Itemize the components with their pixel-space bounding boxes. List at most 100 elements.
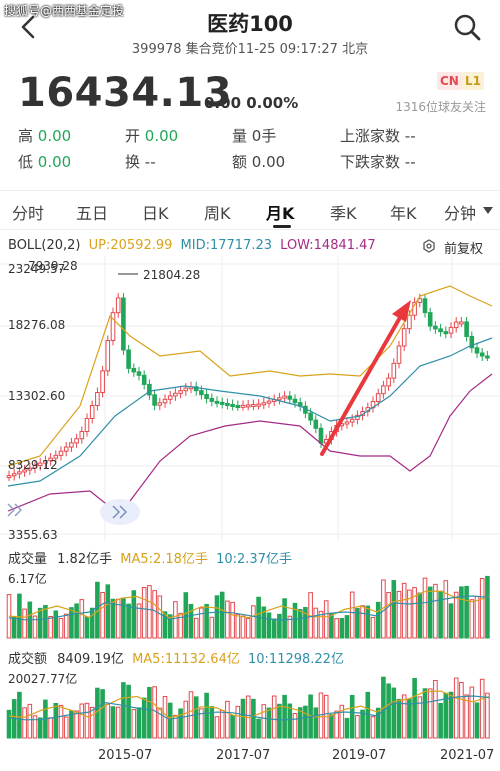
stat-turnover-value: -- [144, 153, 156, 171]
candle-body [438, 328, 443, 333]
volume-bar [479, 578, 485, 639]
amount-chart[interactable] [0, 666, 500, 740]
volume-bar [271, 695, 277, 739]
trend-arrow [320, 300, 411, 456]
tab-intraday[interactable]: 分时 [12, 200, 44, 224]
candle-body [141, 374, 147, 385]
candle-body [225, 402, 230, 406]
volume-bar [69, 607, 74, 639]
candle-body [157, 402, 163, 406]
volume-bar [89, 706, 95, 739]
volume-bar [74, 603, 79, 639]
candle-body [318, 427, 324, 444]
volume-bar [209, 706, 215, 739]
chevron-down-icon[interactable] [483, 207, 493, 215]
volume-bar [323, 600, 329, 639]
volume-bar [230, 715, 235, 739]
search-icon[interactable] [452, 12, 482, 42]
volume-bar [334, 618, 339, 639]
stat-volume: 量 0手 [232, 125, 276, 146]
volume-bar [95, 687, 100, 739]
level-badge-l1: L1 [462, 72, 484, 90]
tab-minute[interactable]: 分钟 [444, 200, 476, 224]
volume-bar [37, 607, 43, 639]
adjust-mode[interactable]: 前复权 [444, 238, 483, 257]
scroll-hint-icon[interactable] [100, 499, 140, 525]
volume-ma10: 10:2.37亿手 [216, 552, 292, 567]
candle-body [6, 475, 12, 479]
volume-bar [48, 717, 53, 739]
candle-body [178, 390, 183, 394]
tab-monthly-k[interactable]: 月K [266, 200, 294, 224]
volume-bar [329, 612, 334, 639]
amount-legend: 成交额 8409.19亿 MA5:11132.64亿 10:11298.22亿 [8, 648, 344, 667]
volume-bar [386, 683, 391, 739]
volume-bar [22, 608, 27, 639]
stat-fall: 下跌家数 -- [340, 151, 416, 172]
candle-body [459, 321, 464, 325]
candle-body [407, 314, 412, 330]
volume-bar [225, 600, 230, 639]
tab-weekly-k[interactable]: 周K [204, 200, 231, 224]
price-change: 0.00 0.00% [204, 94, 299, 112]
candle-body [17, 471, 22, 475]
volume-bar [240, 698, 246, 739]
candle-body [105, 340, 111, 372]
volume-bar [349, 591, 355, 639]
volume-bar [235, 613, 241, 639]
candle-body [349, 418, 355, 423]
volume-bar [313, 607, 319, 639]
volume-bar [204, 603, 209, 639]
volume-bar [193, 617, 199, 639]
volume-bar [417, 592, 423, 639]
volume-bar [74, 710, 79, 739]
volume-bar [303, 705, 308, 739]
candle-body [115, 297, 121, 314]
tab-quarterly-k[interactable]: 季K [330, 200, 357, 224]
volume-bar [370, 616, 376, 639]
amount-ma10: 10:11298.22亿 [248, 652, 344, 667]
period-tabs: 分时 五日 日K 周K 月K 季K 年K 分钟 [0, 190, 500, 230]
volume-bar [407, 698, 412, 739]
amount-ma5: MA5:11132.64亿 [132, 652, 240, 667]
volume-bar [58, 704, 64, 739]
amount-label: 成交额 [8, 652, 48, 667]
stat-rise-value: -- [404, 127, 416, 145]
tab-five-day[interactable]: 五日 [76, 200, 108, 224]
candle-body [391, 362, 397, 379]
volume-bar [79, 703, 85, 739]
volume-bar [427, 688, 433, 739]
candle-body [433, 325, 438, 330]
volume-bar [126, 684, 131, 739]
settings-icon[interactable] [422, 239, 436, 253]
volume-bar [214, 716, 220, 739]
volume-bar [173, 601, 178, 639]
volume-bar [126, 603, 131, 639]
volume-bar [11, 616, 17, 639]
y-tick-2: 18276.08 [8, 318, 66, 332]
volume-bar [219, 710, 225, 739]
volume-bar [188, 603, 194, 639]
volume-bar [339, 617, 345, 639]
volume-bar [433, 583, 438, 639]
kline-chart[interactable] [0, 256, 500, 541]
volume-bar [375, 601, 381, 639]
candle-body [126, 349, 131, 369]
volume-bar [178, 708, 183, 739]
volume-bar [427, 586, 433, 639]
volume-bar [453, 591, 459, 639]
followers-count[interactable]: 1316位球友关注 [395, 98, 486, 115]
volume-bar [365, 605, 371, 639]
candle-body [11, 473, 17, 477]
y-tick-bottom: 3355.63 [8, 528, 58, 542]
candle-body [474, 347, 480, 354]
candle-body [100, 370, 105, 394]
candle-body [173, 392, 178, 397]
volume-bar [27, 703, 33, 739]
tab-daily-k[interactable]: 日K [142, 200, 169, 224]
tab-yearly-k[interactable]: 年K [390, 200, 417, 224]
volume-chart[interactable] [0, 566, 500, 640]
candle-body [152, 394, 157, 406]
stat-low-label: 低 [18, 153, 34, 171]
boll-mid: MID:17717.23 [180, 238, 273, 253]
